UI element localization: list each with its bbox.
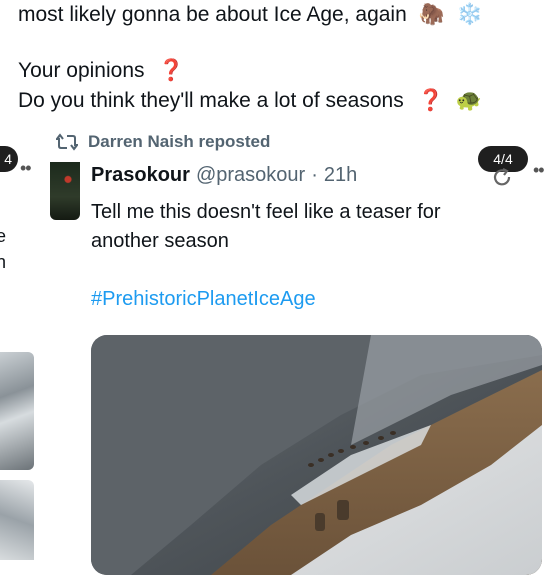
left-page-badge: 4 <box>0 146 18 172</box>
post-line-3-text: Do you think they'll make a lot of seaso… <box>18 89 404 112</box>
left-text-fragment: e <box>0 226 7 246</box>
refresh-icon[interactable] <box>491 168 515 193</box>
left-media-thumbnail[interactable] <box>0 352 34 470</box>
left-text-fragment: n <box>0 252 7 272</box>
tweet-text-line: another season <box>91 230 229 252</box>
turtle-emoji-icon: 🐢 <box>455 89 482 112</box>
tweet-media-image[interactable] <box>91 335 542 575</box>
left-more-icon[interactable]: •• <box>20 158 32 179</box>
left-media-thumbnail[interactable] <box>0 480 34 560</box>
tweet-text-line: Tell me this doesn't feel like a teaser … <box>91 201 441 223</box>
post-line-1-text: most likely gonna be about Ice Age, agai… <box>18 3 407 26</box>
display-name[interactable]: Prasokour <box>91 164 190 187</box>
question-emoji-icon: ❓ <box>417 89 444 112</box>
avatar[interactable] <box>50 162 80 220</box>
more-icon[interactable]: •• <box>533 160 545 181</box>
tweet-text: Tell me this doesn't feel like a teaser … <box>91 198 521 256</box>
author-row: Prasokour @prasokour · 21h <box>91 164 357 187</box>
repost-context[interactable]: Darren Naish reposted <box>56 132 270 152</box>
post-line-2-text: Your opinions <box>18 59 145 82</box>
handle[interactable]: @prasokour <box>196 164 305 187</box>
timestamp[interactable]: 21h <box>324 164 357 187</box>
post-line-2: Your opinions ❓ <box>18 58 185 84</box>
question-emoji-icon: ❓ <box>158 59 185 82</box>
snowflake-emoji-icon: ❄️ <box>456 3 483 26</box>
separator: · <box>311 164 318 186</box>
mammoth-emoji-icon: 🦣 <box>418 3 445 26</box>
post-line-1: most likely gonna be about Ice Age, agai… <box>18 2 483 28</box>
repost-icon <box>56 133 78 151</box>
hashtag-link[interactable]: #PrehistoricPlanetIceAge <box>91 288 316 311</box>
reposted-by-label: Darren Naish reposted <box>88 132 271 151</box>
post-line-3: Do you think they'll make a lot of seaso… <box>18 88 482 114</box>
